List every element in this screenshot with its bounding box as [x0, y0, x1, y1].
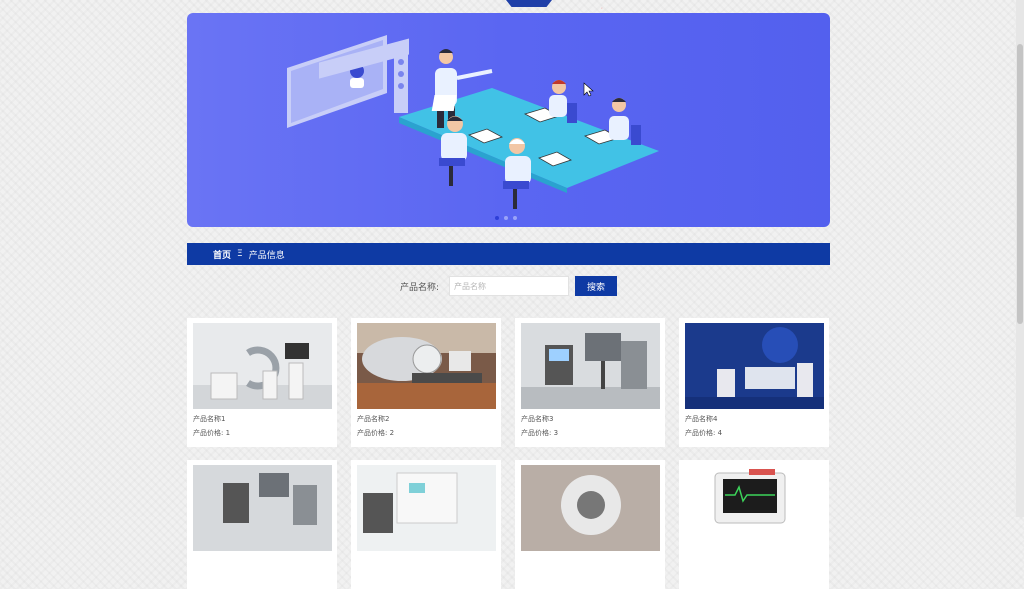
meeting-illustration	[287, 35, 659, 209]
product-name-input[interactable]	[449, 276, 570, 296]
product-name: 产品名称3	[521, 415, 554, 423]
product-name: 产品名称2	[357, 415, 390, 423]
carousel-dot[interactable]	[504, 216, 508, 220]
product-card[interactable]	[515, 460, 665, 589]
carousel-dot[interactable]	[513, 216, 517, 220]
search-button[interactable]: 搜索	[575, 276, 618, 296]
search-bar: 产品名称: 搜索	[400, 276, 618, 296]
product-price: 产品价格: 3	[521, 429, 559, 437]
product-image	[685, 465, 824, 551]
product-price: 产品价格: 1	[193, 429, 231, 437]
product-image	[685, 323, 824, 409]
product-card[interactable]: 产品名称4 产品价格: 4	[679, 318, 829, 447]
product-card[interactable]: 产品名称2 产品价格: 2	[351, 318, 501, 447]
product-image	[193, 465, 332, 551]
product-card[interactable]	[351, 460, 501, 589]
page-scrollbar[interactable]	[1016, 0, 1024, 517]
top-nav-tab[interactable]	[506, 0, 552, 7]
product-image	[193, 323, 332, 409]
product-price: 产品价格: 2	[357, 429, 395, 437]
product-name: 产品名称1	[193, 415, 226, 423]
breadcrumb-current: 产品信息	[248, 250, 285, 261]
product-card[interactable]: 产品名称3 产品价格: 3	[515, 318, 665, 447]
product-image	[521, 323, 660, 409]
breadcrumb-home-link[interactable]: 首页	[213, 248, 231, 261]
breadcrumb: 首页 Ξ 产品信息	[187, 243, 830, 265]
product-price: 产品价格: 4	[685, 429, 723, 437]
banner-carousel[interactable]	[187, 13, 830, 227]
scrollbar-thumb[interactable]	[1017, 44, 1023, 324]
product-image	[521, 465, 660, 551]
product-card[interactable]: 产品名称1 产品价格: 1	[187, 318, 337, 447]
product-card[interactable]	[187, 460, 337, 589]
product-card[interactable]	[679, 460, 829, 589]
product-image	[357, 465, 496, 551]
product-image	[357, 323, 496, 409]
search-label: 产品名称:	[400, 282, 440, 293]
carousel-indicators	[495, 216, 517, 220]
product-name: 产品名称4	[685, 415, 718, 423]
carousel-dot[interactable]	[495, 216, 499, 220]
breadcrumb-separator-icon: Ξ	[237, 249, 243, 259]
